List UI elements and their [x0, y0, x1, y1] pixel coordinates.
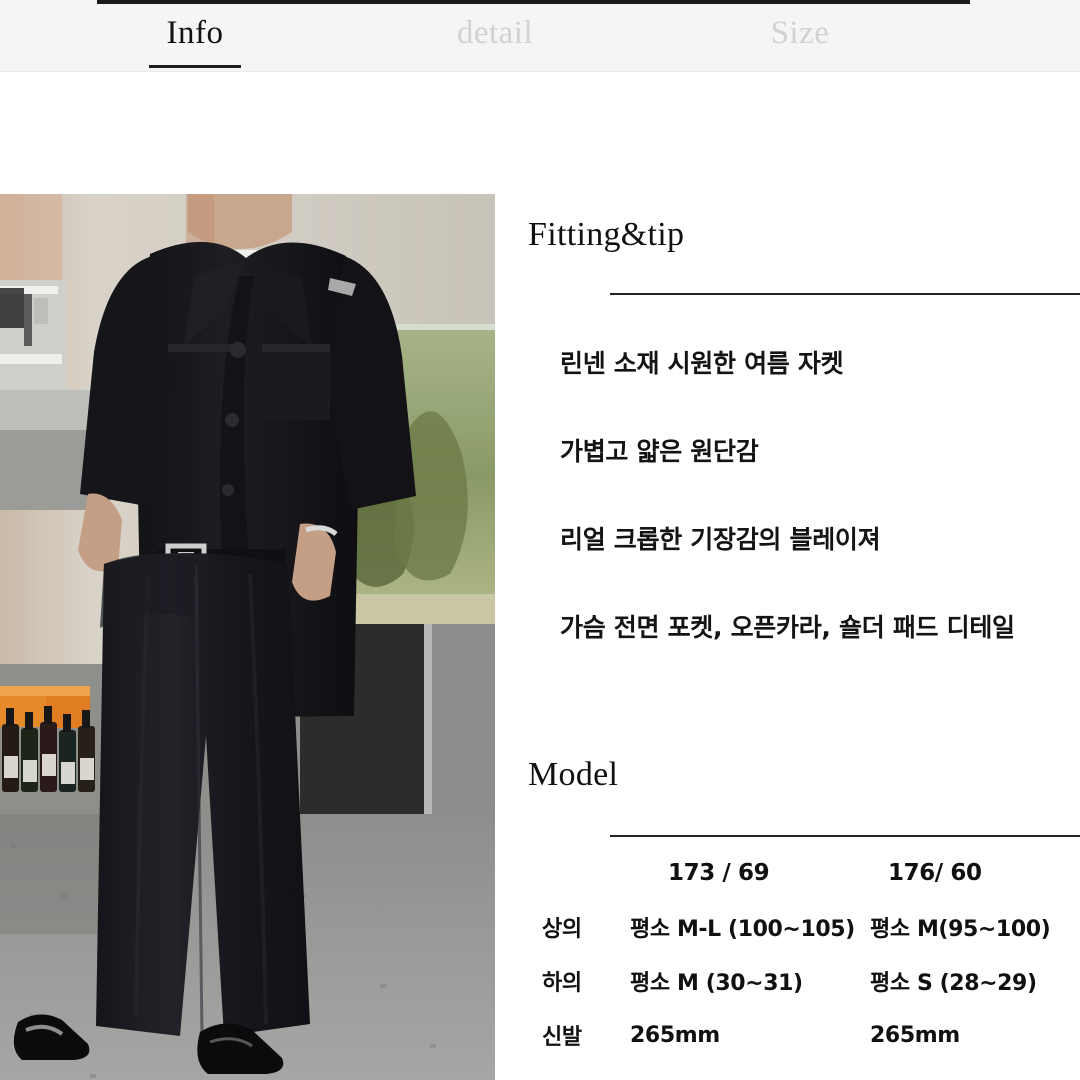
- tab-list: Info detail Size: [0, 0, 1080, 72]
- model-table-header-row: 173 / 69 176/ 60: [528, 849, 1080, 900]
- tab-detail-label: detail: [456, 14, 534, 51]
- product-detail-page: Info detail Size Fitting&tip 린넨 소재 시원한 여…: [0, 0, 1080, 1080]
- fitting-tip-list: 린넨 소재 시원한 여름 자켓 가볍고 얇은 원단감 리얼 크롭한 기장감의 블…: [560, 344, 1080, 644]
- product-photo-illustration: [0, 194, 495, 1080]
- tab-bar: Info detail Size: [0, 0, 1080, 72]
- model-table-body: 상의 평소 M-L (100~105) 평소 M(95~100) 하의 평소 M…: [528, 900, 1080, 1062]
- tab-info[interactable]: Info: [40, 14, 350, 68]
- table-row: 하의 평소 M (30~31) 평소 S (28~29): [528, 954, 1080, 1008]
- model-row-value-b: 평소 S (28~29): [870, 971, 1037, 996]
- model-row-label: 상의: [542, 917, 582, 942]
- model-row-label: 신발: [542, 1025, 582, 1050]
- model-row-value-a: 평소 M-L (100~105): [630, 917, 855, 942]
- fitting-tip-item: 리얼 크롭한 기장감의 블레이져: [560, 525, 881, 554]
- model-row-value-a: 평소 M (30~31): [630, 971, 803, 996]
- tab-active-underline: [149, 64, 241, 68]
- tab-detail[interactable]: detail: [370, 14, 620, 56]
- model-col-b-header: 176/ 60: [888, 860, 982, 886]
- table-row: 상의 평소 M-L (100~105) 평소 M(95~100): [528, 900, 1080, 954]
- model-heading: Model: [528, 756, 619, 793]
- product-info-column: Fitting&tip 린넨 소재 시원한 여름 자켓 가볍고 얇은 원단감 리…: [510, 194, 1080, 1080]
- model-table-head: 173 / 69 176/ 60: [528, 849, 1080, 900]
- tab-size-label: Size: [770, 14, 830, 51]
- fitting-tip-divider: [610, 293, 1080, 295]
- model-row-value-a: 265mm: [630, 1022, 720, 1048]
- model-col-label: [528, 849, 630, 900]
- tab-info-label: Info: [166, 14, 224, 51]
- model-col-a-header: 173 / 69: [668, 860, 770, 886]
- model-measurement-table: 173 / 69 176/ 60 상의 평소 M-L (100~105) 평소 …: [528, 849, 1080, 1062]
- tab-size[interactable]: Size: [675, 14, 925, 56]
- model-row-value-b: 평소 M(95~100): [870, 917, 1051, 942]
- table-row: 신발 265mm 265mm: [528, 1008, 1080, 1062]
- fitting-tip-heading: Fitting&tip: [528, 216, 685, 253]
- model-row-value-b: 265mm: [870, 1022, 960, 1048]
- product-photo[interactable]: [0, 194, 495, 1080]
- fitting-tip-item: 가슴 전면 포켓, 오픈카라, 숄더 패드 디테일: [560, 613, 1015, 642]
- model-divider: [610, 835, 1080, 837]
- model-row-label: 하의: [542, 971, 582, 996]
- fitting-tip-item: 린넨 소재 시원한 여름 자켓: [560, 349, 844, 378]
- fitting-tip-item: 가볍고 얇은 원단감: [560, 437, 759, 466]
